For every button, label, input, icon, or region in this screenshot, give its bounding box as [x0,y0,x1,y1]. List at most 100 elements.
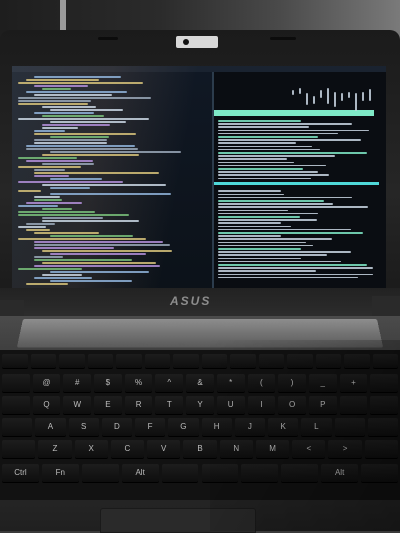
key[interactable]: $ [94,374,122,392]
code-line [18,82,144,84]
code-line [18,214,129,216]
key[interactable] [2,440,36,458]
code-line [34,85,89,87]
terminal-line [218,270,317,272]
key[interactable] [81,464,119,482]
lid-latch-right [270,37,296,40]
terminal-line [218,216,301,218]
terminal-line [218,248,302,250]
terminal-line [218,209,289,212]
code-line [42,220,139,222]
terminal-line [218,267,373,269]
key[interactable] [2,418,33,436]
key[interactable]: D [101,418,132,436]
terminal-graph-bar [355,93,357,111]
key[interactable]: ^ [155,374,184,392]
key[interactable]: E [94,396,122,414]
code-line [50,109,124,111]
laptop-screen [12,66,386,288]
terminal-status-bar [214,182,379,185]
key[interactable] [144,354,170,368]
key[interactable] [2,374,30,392]
shadow-overlay [210,340,400,531]
code-line [50,235,134,237]
terminal-graph-bar [306,93,308,106]
code-line [34,76,122,78]
terminal-graph-bar [334,92,336,108]
terminal-graph-bar [348,91,350,98]
key[interactable] [173,354,199,368]
key[interactable]: Fn [41,464,79,482]
key[interactable]: # [63,374,92,392]
code-line [18,118,150,120]
code-line [50,193,172,195]
code-line [34,169,65,171]
key[interactable]: R [124,396,153,414]
code-line [34,199,62,201]
code-line [26,145,136,147]
key[interactable] [30,354,56,368]
terminal-graph-bar [292,90,294,96]
key[interactable]: T [155,396,184,414]
terminal-line [218,142,296,144]
terminal-graph-bar [341,93,343,101]
key[interactable] [87,354,113,368]
terminal-line [218,273,373,276]
code-line [18,100,92,102]
key[interactable]: A [35,418,66,436]
terminal-line [218,158,287,160]
key[interactable]: S [68,418,99,436]
code-line [42,250,172,252]
terminal-line [218,145,313,148]
terminal-line [218,155,335,157]
code-line [18,205,58,207]
code-line [42,184,167,186]
key[interactable]: F [135,418,166,436]
code-line [34,133,136,135]
code-line [26,160,94,162]
key[interactable] [2,354,28,368]
key[interactable]: Ctrl [2,464,39,482]
key[interactable] [116,354,142,368]
code-line [34,196,61,198]
code-line [34,139,107,141]
key[interactable]: Alt [121,464,159,482]
code-line [34,241,163,243]
code-line [42,106,96,108]
code-line [50,280,132,282]
terminal-line [218,161,295,164]
code-line [50,253,147,255]
key[interactable]: X [74,440,108,458]
key[interactable] [161,464,199,482]
key[interactable]: W [63,396,92,414]
key[interactable]: C [110,440,145,458]
code-line [34,175,69,177]
code-line [34,172,159,174]
code-line [34,247,114,249]
code-line [42,154,139,156]
code-line [50,178,102,180]
terminal-line [218,190,281,192]
code-line [18,181,123,183]
code-line [34,232,100,234]
terminal-line [218,251,352,253]
key[interactable] [59,354,85,368]
key[interactable]: G [168,418,199,436]
code-line [34,94,113,96]
key[interactable]: V [147,440,181,458]
code-line [42,208,73,210]
terminal-line [218,120,302,122]
code-line [34,130,65,132]
key[interactable]: @ [32,374,61,392]
key[interactable]: Z [38,440,72,458]
key[interactable]: Q [32,396,61,414]
key[interactable] [2,396,30,414]
terminal-graph-bar [369,89,371,102]
key[interactable]: % [124,374,153,392]
code-line [34,256,64,258]
terminal-line [218,225,291,228]
code-line [18,166,82,168]
webcam-icon [183,39,189,45]
code-line [18,211,96,213]
code-line [50,271,150,273]
